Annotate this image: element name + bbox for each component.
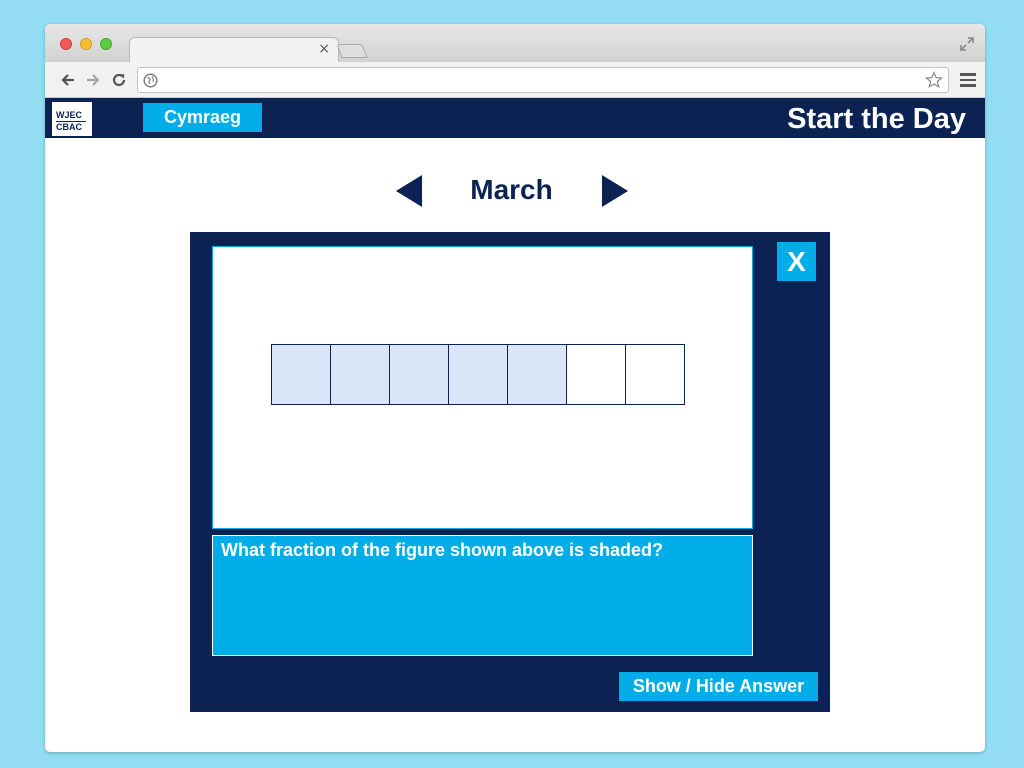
month-navigation: March — [45, 172, 985, 208]
unshaded-cell — [566, 344, 626, 405]
fraction-bar — [271, 344, 685, 405]
arrow-right-icon[interactable] — [600, 175, 628, 207]
activity-panel: X What fraction of the figure shown abov… — [190, 232, 830, 712]
globe-icon — [143, 73, 158, 88]
shaded-cell — [448, 344, 508, 405]
shaded-cell — [507, 344, 567, 405]
unshaded-cell — [625, 344, 685, 405]
close-icon[interactable]: × — [318, 41, 330, 57]
shaded-cell — [271, 344, 331, 405]
logo-line-2: CBAC — [56, 122, 82, 132]
close-button[interactable]: X — [777, 242, 816, 281]
forward-icon[interactable] — [84, 71, 102, 89]
logo-line-1: WJEC — [56, 110, 83, 120]
language-button[interactable]: Cymraeg — [143, 103, 262, 132]
question-text: What fraction of the figure shown above … — [221, 540, 664, 560]
back-icon[interactable] — [59, 71, 77, 89]
shaded-cell — [389, 344, 449, 405]
reload-icon[interactable] — [110, 71, 128, 89]
month-label: March — [470, 174, 553, 205]
shaded-cell — [330, 344, 390, 405]
address-input[interactable] — [164, 70, 918, 92]
window-zoom-button[interactable] — [100, 38, 112, 50]
browser-toolbar — [45, 62, 985, 98]
fullscreen-icon[interactable] — [959, 36, 975, 52]
browser-tab[interactable]: × — [129, 37, 339, 64]
menu-icon[interactable] — [960, 73, 976, 87]
star-icon[interactable] — [925, 71, 943, 89]
arrow-left-icon[interactable] — [396, 175, 424, 207]
figure-area — [212, 246, 753, 529]
page-title: Start the Day — [787, 103, 966, 135]
browser-titlebar: × — [45, 24, 985, 64]
browser-window: × WJEC CBAC Cymraeg Start the Day March … — [45, 24, 985, 752]
show-hide-answer-button[interactable]: Show / Hide Answer — [619, 672, 818, 701]
site-header: WJEC CBAC Cymraeg Start the Day — [45, 98, 985, 138]
wjec-logo[interactable]: WJEC CBAC — [52, 102, 92, 136]
new-tab-button[interactable] — [336, 44, 368, 58]
window-minimize-button[interactable] — [80, 38, 92, 50]
address-bar[interactable] — [137, 67, 949, 93]
question-box: What fraction of the figure shown above … — [212, 535, 753, 656]
window-close-button[interactable] — [60, 38, 72, 50]
